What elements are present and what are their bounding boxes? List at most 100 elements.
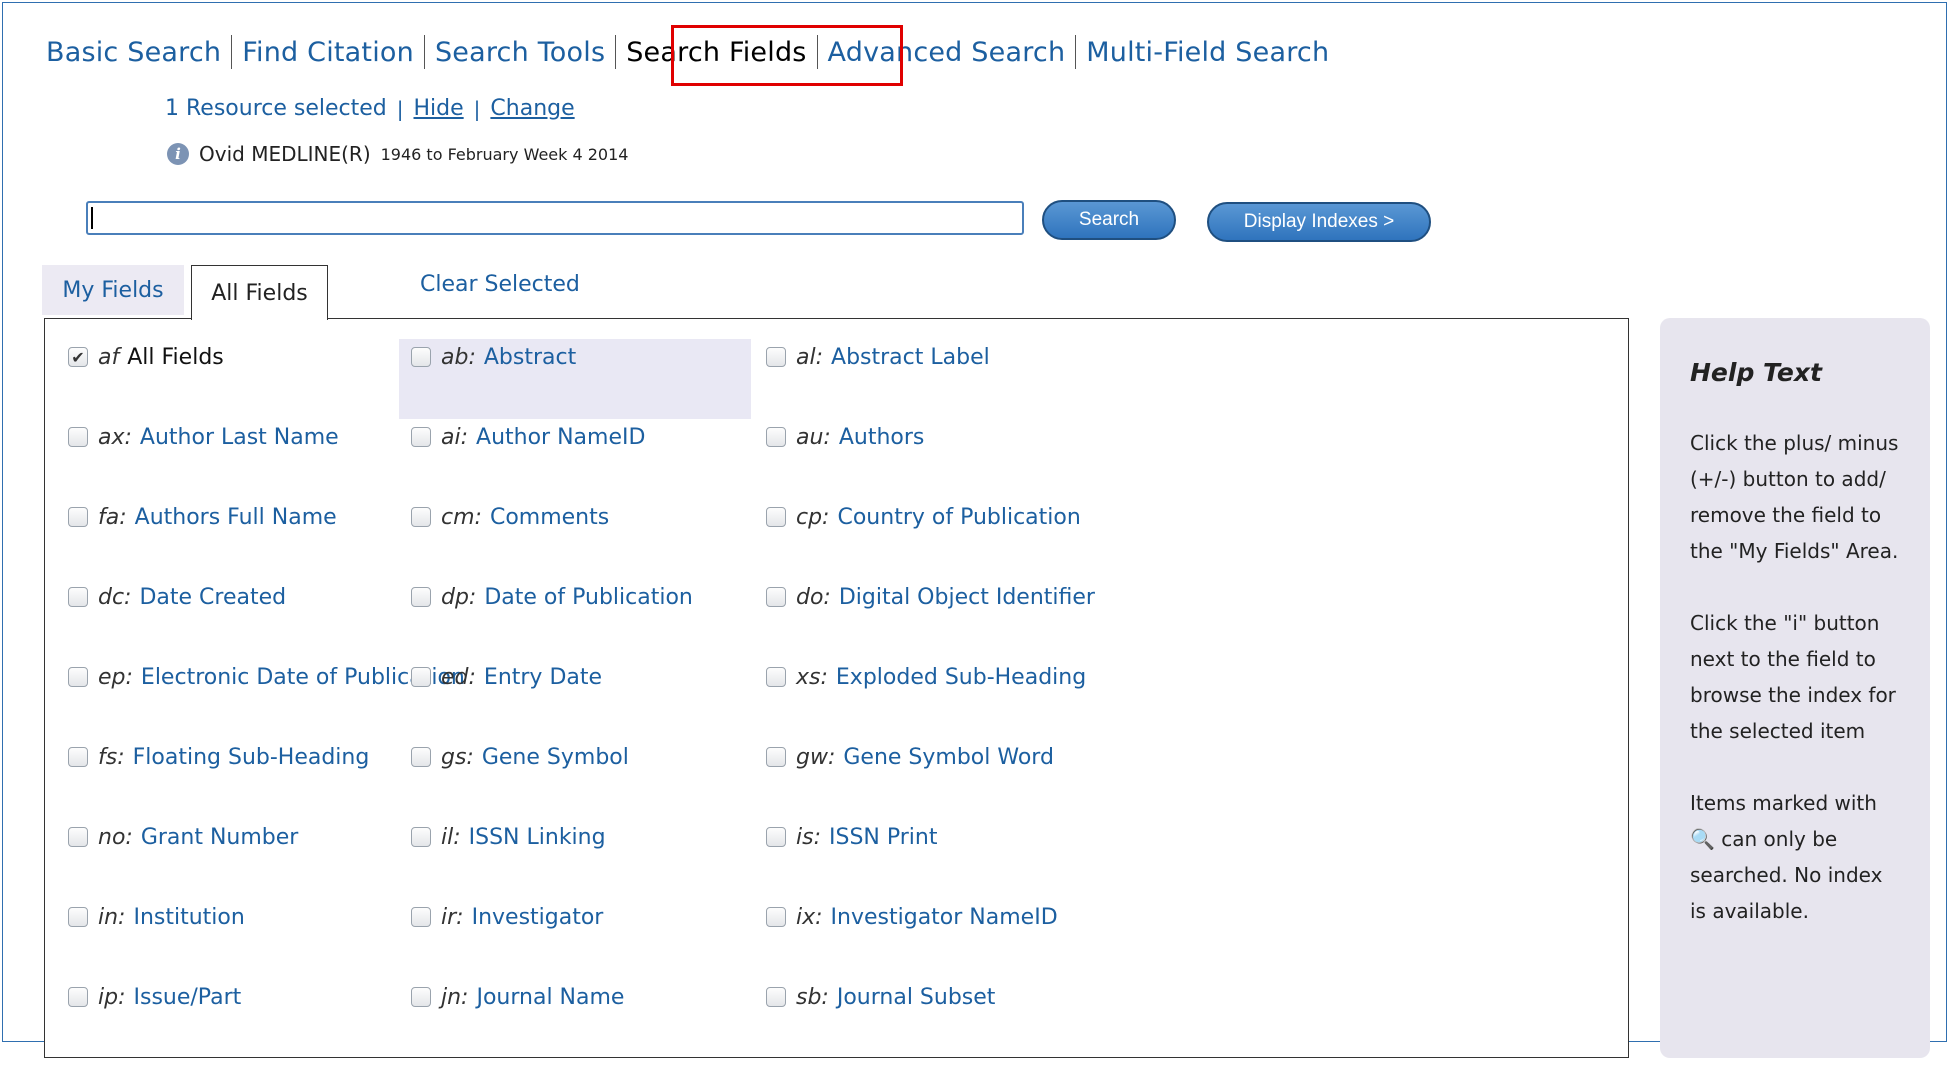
info-icon[interactable]: i [167, 143, 189, 165]
tab-my-fields[interactable]: My Fields [42, 265, 184, 315]
field-label[interactable]: Investigator [472, 905, 604, 930]
field-checkbox[interactable] [766, 907, 786, 927]
field-label[interactable]: Issue/Part [134, 985, 242, 1010]
field-label[interactable]: Date of Publication [484, 585, 693, 610]
display-indexes-button[interactable]: Display Indexes > [1207, 202, 1431, 242]
field-checkbox[interactable] [68, 427, 88, 447]
nav-search-tools-link[interactable]: Search Tools [425, 37, 615, 68]
field-label[interactable]: Floating Sub-Heading [133, 745, 370, 770]
field-option-ip[interactable]: ip: Issue/Part [68, 985, 241, 1065]
field-checkbox[interactable] [766, 507, 786, 527]
field-checkbox[interactable] [68, 907, 88, 927]
field-option-ix[interactable]: ix: Investigator NameID [766, 905, 1058, 985]
field-checkbox[interactable] [411, 667, 431, 687]
field-option-dc[interactable]: dc: Date Created [68, 585, 286, 665]
field-option-sb[interactable]: sb: Journal Subset [766, 985, 995, 1065]
field-checkbox[interactable] [766, 667, 786, 687]
search-button[interactable]: Search [1042, 200, 1176, 240]
field-label[interactable]: Gene Symbol Word [843, 745, 1054, 770]
field-option-no[interactable]: no: Grant Number [68, 825, 298, 905]
field-code: fa: [98, 505, 127, 530]
field-label[interactable]: ISSN Print [829, 825, 937, 850]
field-option-fa[interactable]: fa: Authors Full Name [68, 505, 337, 585]
field-checkbox[interactable] [411, 907, 431, 927]
field-label[interactable]: Digital Object Identifier [839, 585, 1095, 610]
field-option-au[interactable]: au: Authors [766, 425, 924, 505]
nav-multi-field-search-link[interactable]: Multi-Field Search [1076, 37, 1339, 68]
hide-link[interactable]: Hide [414, 96, 464, 121]
field-option-fs[interactable]: fs: Floating Sub-Heading [68, 745, 369, 825]
field-checkbox[interactable] [68, 747, 88, 767]
nav-find-citation-link[interactable]: Find Citation [232, 37, 424, 68]
field-label[interactable]: Author NameID [476, 425, 645, 450]
field-code: xs: [796, 665, 828, 690]
search-input[interactable] [86, 201, 1024, 235]
field-option-is[interactable]: is: ISSN Print [766, 825, 937, 905]
field-option-ax[interactable]: ax: Author Last Name [68, 425, 339, 505]
tab-all-fields[interactable]: All Fields [191, 265, 328, 320]
field-label[interactable]: All Fields [127, 345, 224, 370]
field-checkbox[interactable] [68, 587, 88, 607]
field-checkbox[interactable] [411, 427, 431, 447]
field-option-dp[interactable]: dp: Date of Publication [411, 585, 693, 665]
field-option-af[interactable]: ✔ af All Fields [68, 345, 224, 425]
field-checkbox[interactable] [411, 827, 431, 847]
field-option-ai[interactable]: ai: Author NameID [411, 425, 645, 505]
field-checkbox[interactable] [411, 747, 431, 767]
field-checkbox[interactable] [766, 747, 786, 767]
field-option-ab[interactable]: ab: Abstract [399, 339, 751, 419]
field-label[interactable]: Journal Name [476, 985, 624, 1010]
field-option-jn[interactable]: jn: Journal Name [411, 985, 624, 1065]
field-option-do[interactable]: do: Digital Object Identifier [766, 585, 1095, 665]
field-checkbox[interactable] [68, 987, 88, 1007]
field-label[interactable]: Date Created [139, 585, 286, 610]
field-option-ir[interactable]: ir: Investigator [411, 905, 603, 985]
change-link[interactable]: Change [490, 96, 574, 121]
field-label[interactable]: Abstract Label [831, 345, 990, 370]
field-checkbox[interactable] [68, 667, 88, 687]
field-option-al[interactable]: al: Abstract Label [766, 345, 990, 425]
field-label[interactable]: Country of Publication [837, 505, 1080, 530]
field-label[interactable]: Journal Subset [837, 985, 996, 1010]
field-checkbox[interactable] [411, 987, 431, 1007]
field-option-ep[interactable]: ep: Electronic Date of Publication [68, 665, 465, 745]
field-checkbox[interactable] [411, 347, 431, 367]
field-option-gs[interactable]: gs: Gene Symbol [411, 745, 629, 825]
field-option-gw[interactable]: gw: Gene Symbol Word [766, 745, 1054, 825]
field-checkbox[interactable] [766, 347, 786, 367]
magnifier-icon: 🔍 [1690, 827, 1715, 851]
highlight-annotation [671, 25, 903, 86]
field-option-cp[interactable]: cp: Country of Publication [766, 505, 1081, 585]
field-label[interactable]: ISSN Linking [469, 825, 606, 850]
field-checkbox[interactable]: ✔ [68, 347, 88, 367]
field-checkbox[interactable] [411, 507, 431, 527]
field-label[interactable]: Author Last Name [140, 425, 339, 450]
field-checkbox[interactable] [411, 587, 431, 607]
field-option-cm[interactable]: cm: Comments [411, 505, 609, 585]
field-label[interactable]: Exploded Sub-Heading [836, 665, 1086, 690]
field-label[interactable]: Grant Number [141, 825, 299, 850]
field-checkbox[interactable] [68, 507, 88, 527]
field-label[interactable]: Authors Full Name [135, 505, 337, 530]
field-checkbox[interactable] [766, 827, 786, 847]
field-checkbox[interactable] [766, 987, 786, 1007]
clear-selected-link[interactable]: Clear Selected [420, 272, 580, 297]
field-checkbox[interactable] [68, 827, 88, 847]
field-option-xs[interactable]: xs: Exploded Sub-Heading [766, 665, 1086, 745]
field-option-il[interactable]: il: ISSN Linking [411, 825, 606, 905]
field-label[interactable]: Abstract [484, 345, 576, 370]
nav-basic-search-link[interactable]: Basic Search [46, 37, 231, 68]
field-option-in[interactable]: in: Institution [68, 905, 245, 985]
field-label[interactable]: Gene Symbol [482, 745, 629, 770]
field-label[interactable]: Authors [839, 425, 925, 450]
field-label[interactable]: Institution [133, 905, 244, 930]
field-checkbox[interactable] [766, 587, 786, 607]
field-checkbox[interactable] [766, 427, 786, 447]
field-option-ed[interactable]: ed: Entry Date [411, 665, 602, 745]
database-name: Ovid MEDLINE(R) [199, 142, 371, 166]
field-label[interactable]: Comments [490, 505, 609, 530]
field-code: dp: [441, 585, 477, 610]
field-label[interactable]: Investigator NameID [831, 905, 1058, 930]
field-code: do: [796, 585, 831, 610]
field-label[interactable]: Entry Date [484, 665, 602, 690]
